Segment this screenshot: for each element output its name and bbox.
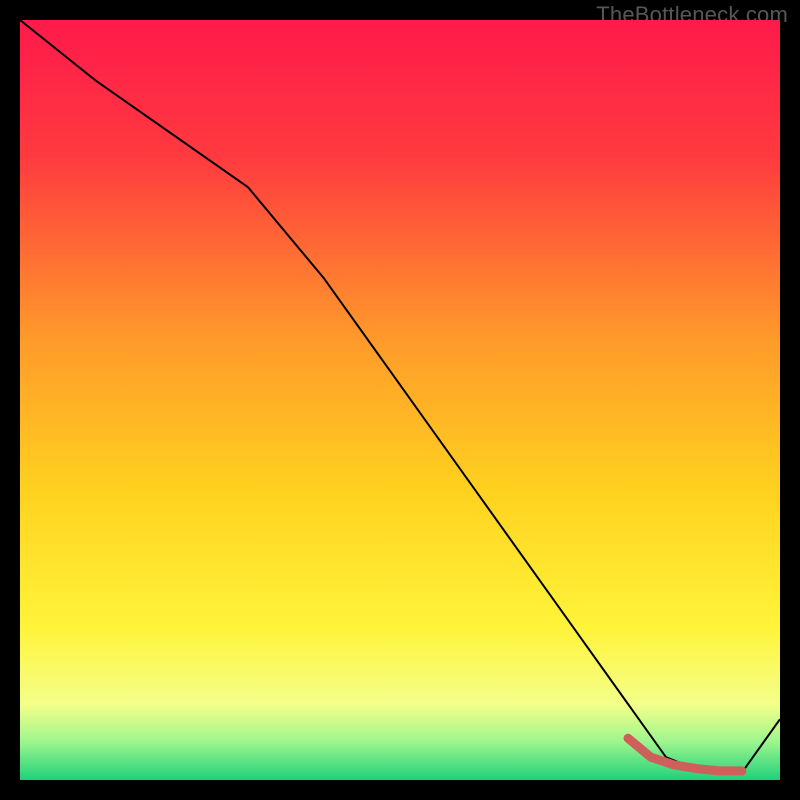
plot-background: [20, 20, 780, 780]
bottleneck-chart: [20, 20, 780, 780]
chart-frame: TheBottleneck.com: [0, 0, 800, 800]
